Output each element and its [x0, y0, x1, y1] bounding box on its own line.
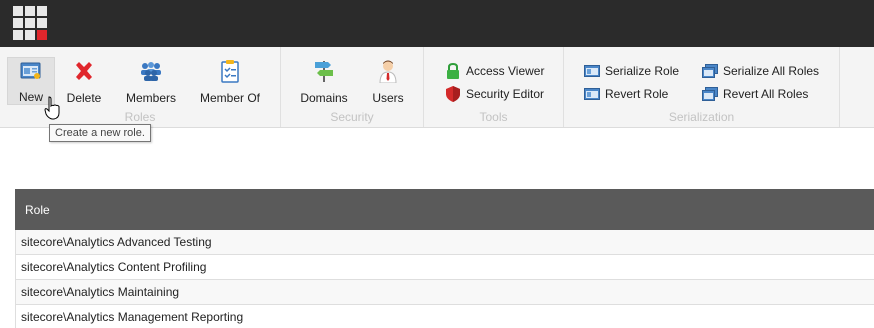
delete-x-icon: [72, 59, 96, 83]
users-button[interactable]: Users: [369, 57, 407, 105]
revert-all-roles-label: Revert All Roles: [723, 87, 809, 101]
security-editor-button[interactable]: Security Editor: [445, 84, 544, 104]
ribbon-group-caption-roles: Roles: [124, 110, 156, 124]
ribbon-group-caption-security: Security: [330, 110, 374, 124]
revert-role-button[interactable]: Revert Role: [584, 84, 668, 104]
member-of-button-label: Member Of: [199, 91, 260, 105]
top-bar: [0, 0, 874, 47]
member-of-clipboard-icon: [218, 59, 242, 83]
new-role-icon: [19, 60, 43, 82]
hand-cursor-icon: [44, 96, 62, 120]
table-row[interactable]: sitecore\Analytics Management Reporting: [15, 305, 874, 328]
delete-button-label: Delete: [66, 91, 102, 105]
ribbon: New Delete Members Member Of Roles Domai…: [0, 47, 874, 128]
app-launcher-icon[interactable]: [13, 6, 47, 40]
table-row[interactable]: sitecore\Analytics Advanced Testing: [15, 230, 874, 255]
revert-all-roles-button[interactable]: Revert All Roles: [702, 84, 808, 104]
ribbon-group-roles: New Delete Members Member Of Roles: [0, 47, 281, 127]
access-viewer-button[interactable]: Access Viewer: [445, 61, 544, 81]
revert-role-label: Revert Role: [605, 87, 669, 101]
roles-grid: Role sitecore\Analytics Advanced Testing…: [15, 189, 874, 328]
serialize-all-icon: [702, 63, 718, 79]
users-button-label: Users: [372, 91, 404, 105]
access-viewer-label: Access Viewer: [466, 64, 545, 78]
ribbon-group-tools: Access Viewer Security Editor Tools: [424, 47, 564, 127]
ribbon-group-serialization: Serialize Role Revert Role Serialize All…: [564, 47, 840, 127]
user-icon: [376, 59, 400, 83]
serialize-all-roles-button[interactable]: Serialize All Roles: [702, 61, 819, 81]
members-button-label: Members: [125, 91, 176, 105]
revert-all-icon: [702, 86, 718, 102]
members-button[interactable]: Members: [120, 57, 182, 105]
revert-icon: [584, 86, 600, 102]
table-row[interactable]: sitecore\Analytics Content Profiling: [15, 255, 874, 280]
domains-button[interactable]: Domains: [299, 57, 349, 105]
member-of-button[interactable]: Member Of: [196, 57, 264, 105]
shield-icon: [445, 86, 461, 102]
serialize-icon: [584, 63, 600, 79]
domains-button-label: Domains: [300, 91, 348, 105]
security-editor-label: Security Editor: [466, 87, 545, 101]
members-icon: [139, 59, 163, 83]
grid-header-role[interactable]: Role: [15, 189, 874, 230]
serialize-all-roles-label: Serialize All Roles: [723, 64, 820, 78]
new-button-label: New: [18, 90, 43, 104]
new-role-tooltip: Create a new role.: [49, 124, 151, 142]
table-row[interactable]: sitecore\Analytics Maintaining: [15, 280, 874, 305]
ribbon-group-caption-tools: Tools: [479, 110, 508, 124]
ribbon-group-caption-serialization: Serialization: [668, 110, 735, 124]
delete-button[interactable]: Delete: [62, 57, 106, 105]
ribbon-group-security: Domains Users Security: [281, 47, 424, 127]
domains-signpost-icon: [312, 59, 336, 83]
serialize-role-label: Serialize Role: [605, 64, 680, 78]
lock-icon: [445, 63, 461, 79]
serialize-role-button[interactable]: Serialize Role: [584, 61, 679, 81]
